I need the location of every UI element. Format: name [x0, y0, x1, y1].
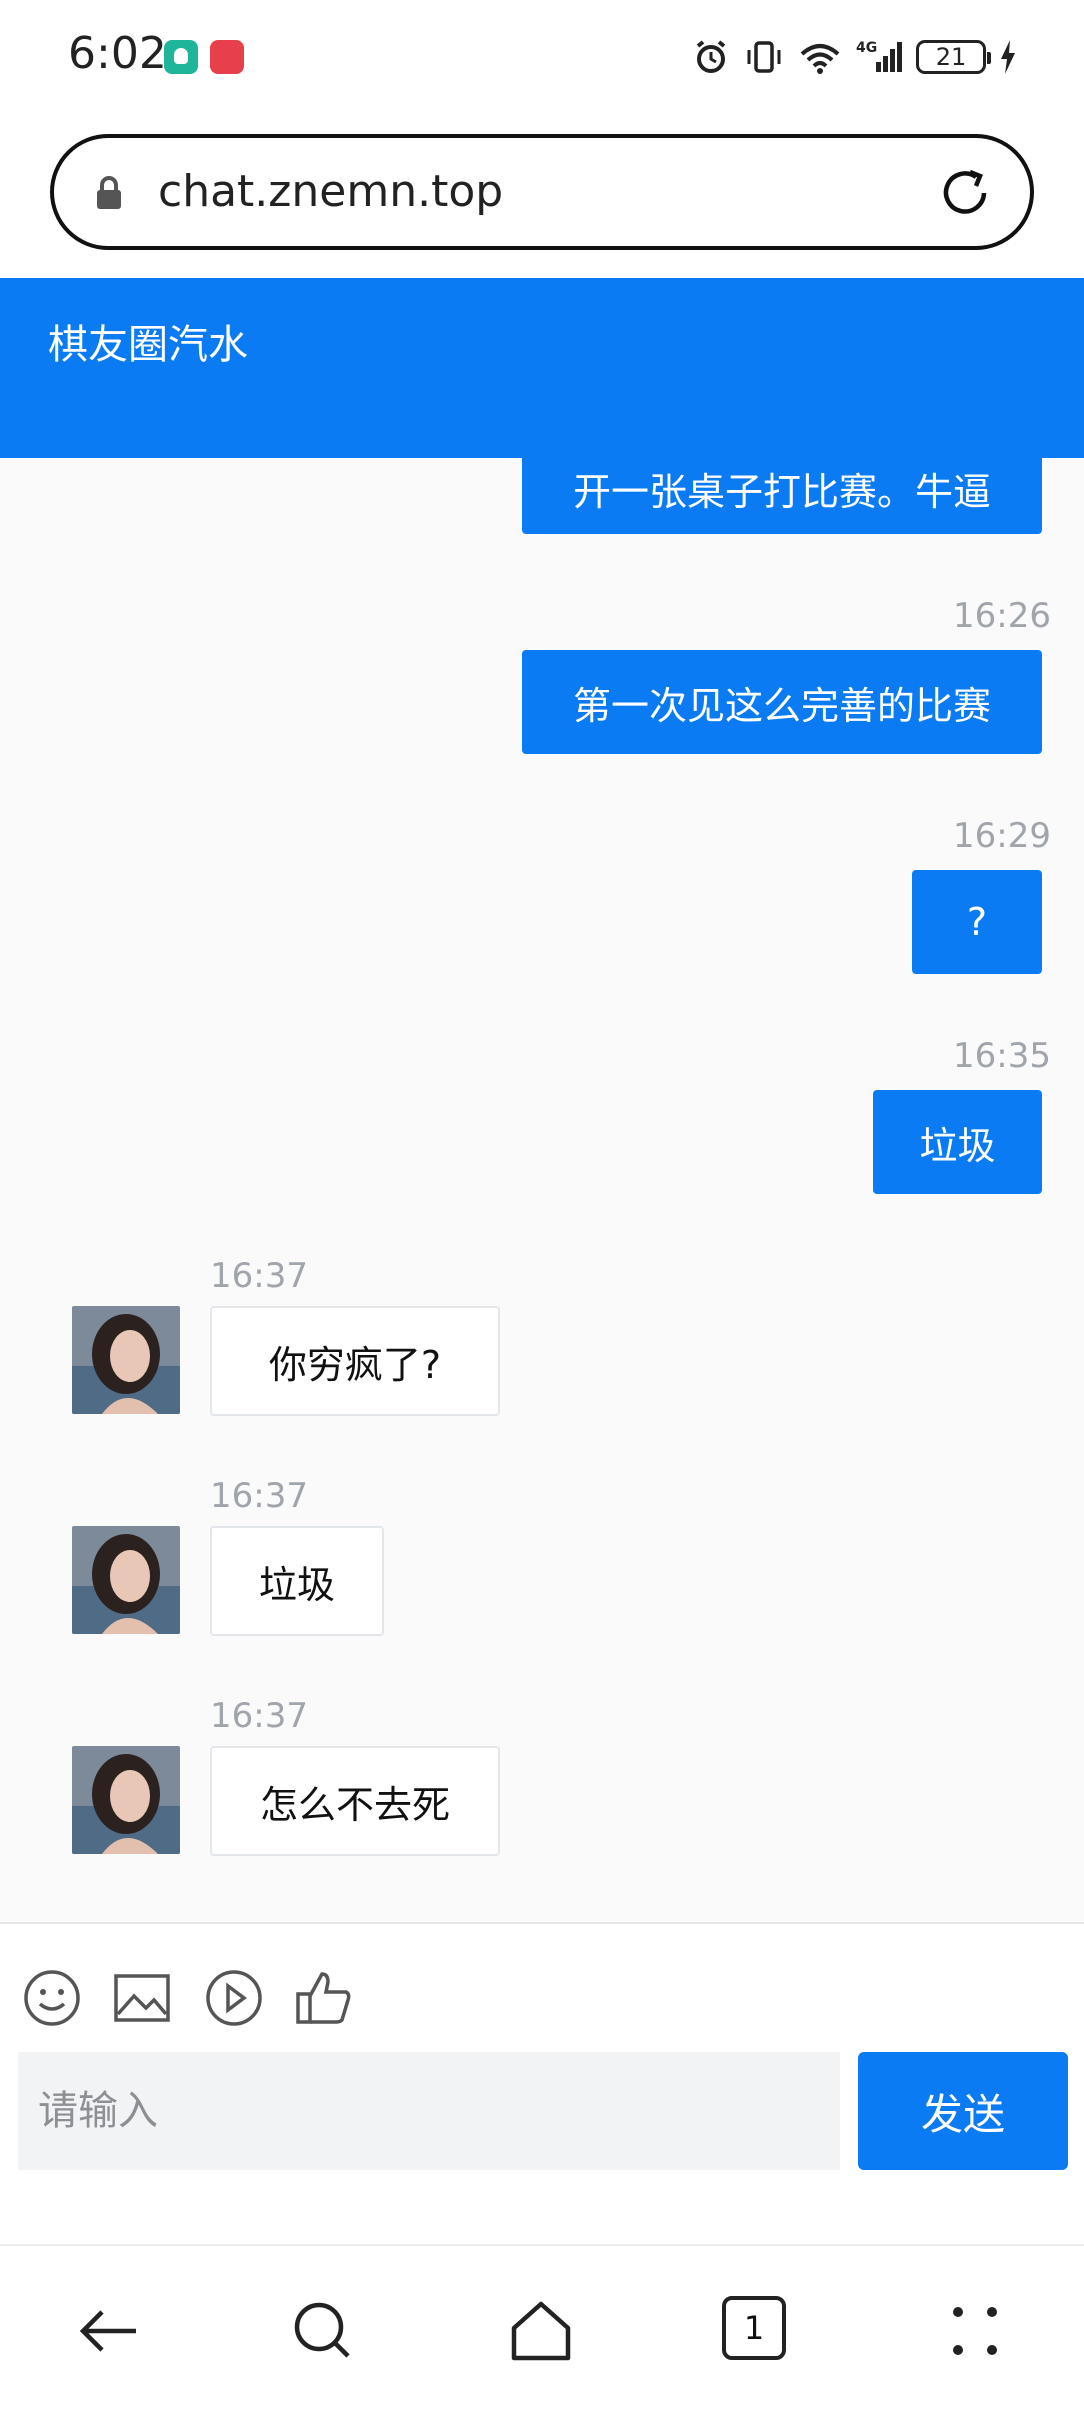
message-list[interactable]: 开一张桌子打比赛。牛逼 16:26 第一次见这么完善的比赛 16:29 ? 16… — [0, 458, 1084, 1922]
message-timestamp: 16:35 — [953, 1036, 1051, 1076]
status-time: 6:02 — [68, 28, 167, 79]
more-icon[interactable] — [940, 2296, 1010, 2366]
vibrate-icon — [747, 41, 781, 73]
home-icon[interactable] — [506, 2296, 576, 2366]
back-icon[interactable] — [74, 2296, 144, 2366]
send-button[interactable]: 发送 — [858, 2052, 1068, 2170]
incoming-message-bubble[interactable]: 垃圾 — [210, 1526, 384, 1636]
chat-header: 棋友圈汽水 — [0, 278, 1084, 458]
message-text: 垃圾 — [919, 1123, 996, 1168]
message-timestamp: 16:26 — [953, 596, 1051, 636]
tab-count: 1 — [743, 2309, 765, 2347]
lock-icon — [97, 176, 121, 209]
avatar[interactable] — [72, 1746, 180, 1854]
signal-icon: 4G — [856, 40, 902, 72]
reload-icon[interactable] — [936, 164, 994, 222]
message-composer: 发送 — [0, 1922, 1084, 2244]
emoji-icon[interactable] — [22, 1968, 82, 2028]
alarm-icon — [696, 40, 726, 73]
outgoing-message-bubble[interactable]: 垃圾 — [873, 1090, 1042, 1194]
address-bar[interactable]: chat.znemn.top — [50, 134, 1034, 250]
search-icon[interactable] — [288, 2296, 358, 2366]
app-notification-icon — [164, 40, 198, 74]
url-text[interactable]: chat.znemn.top — [158, 166, 503, 217]
outgoing-message-bubble[interactable]: 第一次见这么完善的比赛 — [522, 650, 1042, 754]
message-text: 第一次见这么完善的比赛 — [572, 683, 991, 728]
avatar-photo-icon — [72, 1746, 180, 1854]
avatar-photo-icon — [72, 1306, 180, 1414]
status-bar: 6:02 4G 21 — [0, 0, 1084, 112]
chat-title: 棋友圈汽水 — [48, 322, 248, 368]
video-icon[interactable] — [204, 1968, 264, 2028]
svg-text:4G: 4G — [856, 40, 877, 56]
incoming-message-bubble[interactable]: 怎么不去死 — [210, 1746, 500, 1856]
message-input[interactable] — [18, 2052, 840, 2170]
message-timestamp: 16:29 — [953, 816, 1051, 856]
thumbs-up-icon[interactable] — [294, 1968, 354, 2028]
browser-nav-bar: 1 — [0, 2244, 1084, 2412]
outgoing-message-bubble[interactable]: ? — [912, 870, 1042, 974]
incoming-message-bubble[interactable]: 你穷疯了? — [210, 1306, 500, 1416]
message-timestamp: 16:37 — [210, 1476, 308, 1516]
message-text: 你穷疯了? — [268, 1342, 442, 1387]
message-timestamp: 16:37 — [210, 1696, 308, 1736]
tabs-button[interactable]: 1 — [722, 2296, 786, 2360]
message-text: 开一张桌子打比赛。牛逼 — [572, 469, 991, 514]
avatar-photo-icon — [72, 1526, 180, 1634]
browser-toolbar: chat.znemn.top — [0, 112, 1084, 278]
wifi-icon — [800, 44, 840, 74]
message-timestamp: 16:37 — [210, 1256, 308, 1296]
outgoing-message-bubble[interactable]: 开一张桌子打比赛。牛逼 — [522, 458, 1042, 534]
message-text: 怎么不去死 — [259, 1782, 450, 1827]
image-icon[interactable] — [112, 1968, 172, 2028]
huawei-notification-icon — [210, 40, 244, 74]
charging-icon — [1001, 40, 1015, 74]
avatar[interactable] — [72, 1526, 180, 1634]
battery-icon: 21 — [916, 40, 991, 74]
message-text: ? — [966, 900, 988, 944]
message-text: 垃圾 — [258, 1562, 335, 1607]
avatar[interactable] — [72, 1306, 180, 1414]
